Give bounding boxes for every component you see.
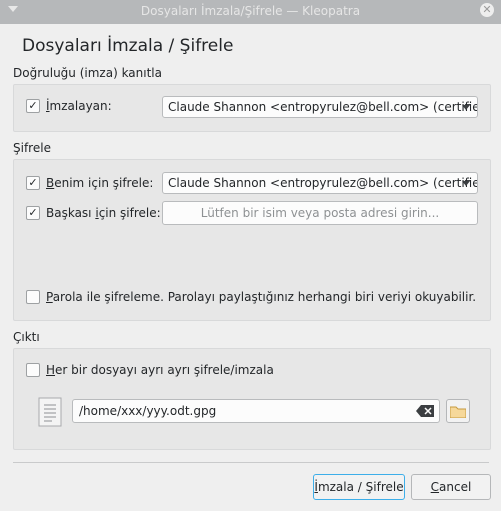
output-section-label: Çıktı: [13, 330, 40, 344]
encrypt-for-me-combobox-chevron-down-icon: [462, 181, 470, 186]
file-icon: [38, 397, 62, 427]
encrypt-for-me-combobox[interactable]: Claude Shannon <entropyrulez@bell.com> (…: [162, 172, 478, 194]
password-encrypt-label: Parola ile şifreleme. Parolayı paylaştığ…: [46, 290, 477, 304]
page-title: Dosyaları İmzala / Şifrele: [22, 36, 234, 56]
folder-icon: [450, 406, 466, 418]
sign-encrypt-button[interactable]: İmzala / Şifrele: [313, 474, 405, 500]
password-encrypt-checkbox[interactable]: [26, 290, 40, 304]
signer-checkbox-row[interactable]: ✓ İmzalayan:: [26, 99, 112, 113]
encrypt-for-me-combobox-value: Claude Shannon <entropyrulez@bell.com> (…: [168, 176, 478, 190]
encrypt-for-me-row[interactable]: ✓ Benim için şifrele:: [26, 176, 153, 190]
cancel-button[interactable]: Cancel: [411, 474, 491, 500]
signer-label: İmzalayan:: [46, 99, 112, 113]
separate-files-checkbox[interactable]: [26, 363, 40, 377]
window-title: Dosyaları İmzala/Şifrele — Kleopatra: [140, 4, 361, 18]
signer-combobox[interactable]: Claude Shannon <entropyrulez@bell.com> (…: [162, 96, 478, 118]
recipient-search-input[interactable]: Lütfen bir isim veya posta adresi girin.…: [162, 201, 478, 225]
encrypt-for-me-label: Benim için şifrele:: [46, 176, 154, 190]
encrypt-for-others-checkbox[interactable]: ✓: [26, 206, 40, 220]
output-path-input[interactable]: /home/xxx/yyy.odt.gpg: [72, 399, 440, 423]
signer-combobox-value: Claude Shannon <entropyrulez@bell.com> (…: [168, 100, 478, 114]
clear-text-icon[interactable]: [416, 405, 434, 417]
signer-combobox-chevron-down-icon: [462, 105, 470, 110]
browse-folder-button[interactable]: [446, 399, 470, 423]
signer-checkbox[interactable]: ✓: [26, 99, 40, 113]
encrypt-for-others-row[interactable]: ✓ Başkası için şifrele:: [26, 206, 161, 220]
separate-files-label: Her bir dosyayı ayrı ayrı şifrele/imzala: [46, 363, 274, 377]
encrypt-for-others-label: Başkası için şifrele:: [46, 206, 161, 220]
output-path-value: /home/xxx/yyy.odt.gpg: [79, 404, 217, 418]
encrypt-section-label: Şifrele: [13, 141, 51, 155]
password-encrypt-row[interactable]: Parola ile şifreleme. Parolayı paylaştığ…: [26, 290, 476, 304]
encrypt-for-me-checkbox[interactable]: ✓: [26, 176, 40, 190]
window-titlebar: Dosyaları İmzala/Şifrele — Kleopatra ✕: [0, 0, 501, 24]
separate-files-row[interactable]: Her bir dosyayı ayrı ayrı şifrele/imzala: [26, 363, 274, 377]
window-close-icon[interactable]: ✕: [480, 3, 494, 17]
sign-section-label: Doğruluğu (imza) kanıtla: [13, 66, 162, 80]
button-separator: [13, 462, 489, 463]
